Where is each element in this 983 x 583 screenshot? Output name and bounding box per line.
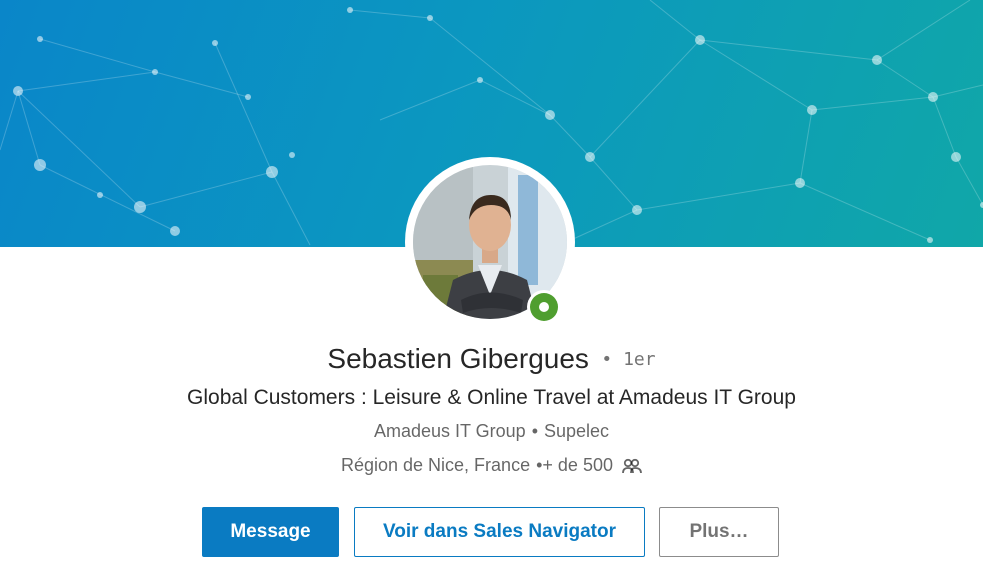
profile-headline: Global Customers : Leisure & Online Trav… <box>187 386 796 409</box>
profile-name: Sebastien Gibergues <box>327 343 589 374</box>
profile-actions: Message Voir dans Sales Navigator Plus… <box>0 507 983 557</box>
profile-name-line: Sebastien Gibergues • 1er <box>0 343 983 375</box>
people-icon <box>622 458 642 479</box>
separator: • <box>531 421 538 441</box>
connections-count[interactable]: + de 500 <box>542 455 613 475</box>
location: Région de Nice, France <box>340 455 531 475</box>
sales-navigator-button[interactable]: Voir dans Sales Navigator <box>354 507 645 557</box>
school-link[interactable]: Supelec <box>544 421 609 441</box>
profile-location-line: Région de Nice, France •+ de 500 <box>0 455 983 479</box>
more-button[interactable]: Plus… <box>659 507 779 557</box>
online-status-icon <box>527 290 561 324</box>
message-button[interactable]: Message <box>202 507 339 557</box>
profile-affiliations: Amadeus IT Group • Supelec <box>0 421 983 442</box>
company-link[interactable]: Amadeus IT Group <box>374 421 526 441</box>
connection-degree: • 1er <box>601 348 656 370</box>
